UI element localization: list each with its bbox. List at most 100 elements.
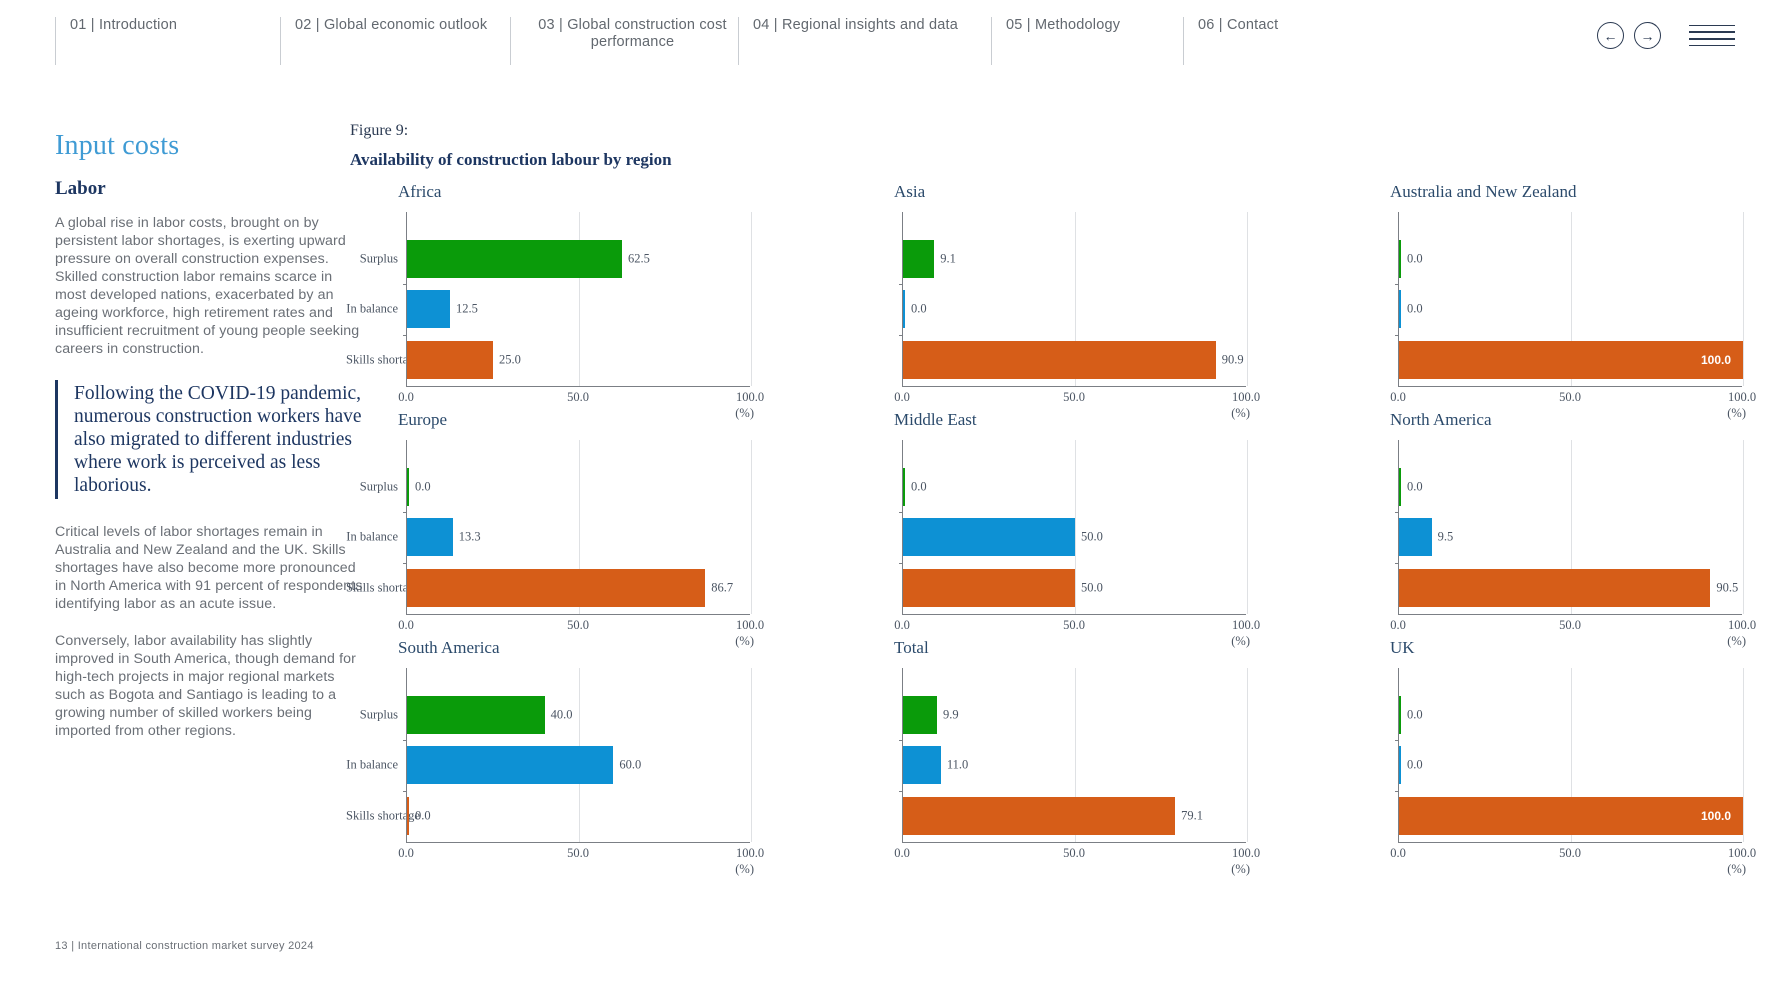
bar-in-balance — [1399, 290, 1401, 329]
chart-panel: Australia and New Zealand 0.0 0.0 100.0 0.0 5… — [1342, 182, 1756, 420]
bar-surplus — [407, 696, 545, 735]
axis-tick — [403, 790, 407, 792]
nav-item-label: 03 | Global construction cost performanc… — [538, 17, 727, 50]
body-paragraph-3: Conversely, labor availability has sligh… — [55, 633, 356, 739]
gridline — [1743, 212, 1744, 386]
x-tick-label: 50.0 — [1559, 846, 1581, 860]
bar-skills-shortage — [1399, 796, 1743, 835]
nav-item-global-construction-cost-performance[interactable]: 03 | Global construction cost performanc… — [510, 17, 738, 65]
page-footer: 13 | International construction market s… — [55, 940, 314, 952]
bar-skills-shortage — [903, 796, 1176, 835]
category-axis: Surplus In balance Skills shortage — [346, 668, 420, 843]
category-axis — [846, 212, 898, 387]
chart-panel-title: Total — [894, 638, 929, 657]
bar-value-label: 50.0 — [1081, 580, 1103, 595]
pull-quote-text: Following the COVID-19 pandemic, numerou… — [74, 383, 362, 496]
hamburger-menu-icon[interactable] — [1689, 24, 1735, 47]
axis-tick — [899, 511, 903, 513]
axis-tick — [403, 334, 407, 336]
axes: 0.0 9.5 90.5 — [1395, 440, 1744, 615]
axis-tick — [899, 790, 903, 792]
bar-value-label: 0.0 — [911, 479, 927, 494]
category-axis — [1342, 440, 1394, 615]
arrow-right-icon[interactable]: → — [1634, 22, 1661, 49]
bar-value-label: 40.0 — [550, 707, 573, 722]
axis-tick — [899, 283, 903, 285]
axis-tick — [403, 511, 407, 513]
page-title: Input costs — [55, 130, 180, 161]
x-tick-label: 0.0 — [1390, 390, 1406, 404]
bar-skills-shortage — [903, 340, 1216, 379]
category-label: Skills shortage — [346, 808, 420, 823]
bar-in-balance — [407, 290, 450, 329]
axis-tick — [899, 739, 903, 741]
bar-skills-shortage — [1399, 568, 1711, 607]
bar-value-label: 9.5 — [1437, 529, 1454, 544]
nav-item-methodology[interactable]: 05 | Methodology — [991, 17, 1183, 65]
bar-skills-shortage — [407, 796, 409, 835]
chart-panel-title: Europe — [398, 410, 448, 429]
plot-area: 9.9 11.0 79.1 0.0 50.0 100.0 (%) — [846, 668, 1260, 876]
chart-panel: Middle East 0.0 50.0 50.0 0.0 50.0 100.0 (%) — [846, 410, 1260, 648]
plot-area: 9.1 0.0 90.9 0.0 50.0 100.0 (%) — [846, 212, 1260, 420]
bar-value-label: 0.0 — [1407, 707, 1423, 722]
x-axis-unit-label: (%) — [735, 862, 754, 876]
axis-tick — [1395, 739, 1399, 741]
chart-panel: Total 9.9 11.0 79.1 0.0 50.0 100.0 (%) — [846, 638, 1260, 876]
nav-item-label: 01 | Introduction — [70, 17, 178, 33]
chart-panel: UK 0.0 0.0 100.0 0.0 50.0 100.0 (%) — [1342, 638, 1756, 876]
x-tick-label: 50.0 — [1063, 618, 1085, 632]
bar-value-label: 79.1 — [1181, 808, 1203, 823]
axes: 0.0 0.0 100.0 — [1395, 212, 1744, 387]
x-tick-label: 50.0 — [1063, 846, 1085, 860]
x-tick-label: 0.0 — [398, 846, 414, 860]
axis-tick — [1395, 790, 1399, 792]
bar-in-balance — [407, 746, 614, 785]
x-axis-unit-label: (%) — [1727, 862, 1746, 876]
axes: 0.0 50.0 50.0 — [899, 440, 1248, 615]
arrow-left-icon[interactable]: ← — [1597, 22, 1624, 49]
gridline — [1247, 212, 1248, 386]
gridline — [579, 212, 580, 386]
axes: 0.0 0.0 100.0 — [1395, 668, 1744, 843]
category-axis — [846, 440, 898, 615]
article-sidebar: Input costs Labor A global rise in labor… — [55, 130, 365, 759]
gridline — [751, 212, 752, 386]
bar-skills-shortage — [1399, 340, 1743, 379]
bar-value-label: 90.5 — [1716, 580, 1739, 595]
x-tick-label: 0.0 — [1390, 618, 1406, 632]
category-label: Surplus — [359, 707, 398, 722]
axes: 0.0 13.3 86.7 — [403, 440, 752, 615]
bar-value-label: 0.0 — [1407, 251, 1423, 266]
x-axis: 0.0 50.0 100.0 (%) — [1390, 844, 1756, 876]
nav-item-contact[interactable]: 06 | Contact — [1183, 17, 1363, 65]
hamburger-line — [1689, 31, 1735, 33]
bar-value-label: 9.9 — [943, 707, 959, 722]
plot-area: Surplus In balance Skills shortage 0.0 13.3 8… — [346, 440, 764, 648]
bar-in-balance — [903, 518, 1075, 557]
category-label: In balance — [346, 529, 398, 544]
chart-panel-title: Middle East — [894, 410, 977, 429]
x-tick-label: 100.0 — [1727, 390, 1757, 404]
plot-area: 0.0 0.0 100.0 0.0 50.0 100.0 (%) — [1342, 212, 1756, 420]
nav-item-introduction[interactable]: 01 | Introduction — [55, 17, 280, 65]
x-tick-label: 100.0 — [1231, 390, 1261, 404]
gridline — [1247, 668, 1248, 842]
category-label: In balance — [346, 301, 398, 316]
plot-area: 0.0 0.0 100.0 0.0 50.0 100.0 (%) — [1342, 668, 1756, 876]
chart-panel-title: Asia — [894, 182, 926, 201]
top-navigation-bar: 01 | Introduction 02 | Global economic o… — [0, 0, 1773, 78]
gridline — [1247, 440, 1248, 614]
category-label: Surplus — [359, 251, 398, 266]
bar-value-label: 90.9 — [1221, 352, 1244, 367]
x-tick-label: 100.0 — [735, 390, 765, 404]
bar-skills-shortage — [407, 568, 706, 607]
axes: 62.5 12.5 25.0 — [403, 212, 752, 387]
category-axis: Surplus In balance Skills shortage — [346, 212, 420, 387]
nav-item-label: 02 | Global economic outlook — [295, 17, 488, 33]
body-paragraph-2: Critical levels of labor shortages remai… — [55, 524, 363, 612]
nav-item-regional-insights-and-data[interactable]: 04 | Regional insights and data — [738, 17, 991, 65]
bar-surplus — [407, 240, 622, 279]
bar-value-label: 13.3 — [458, 529, 481, 544]
nav-item-global-economic-outlook[interactable]: 02 | Global economic outlook — [280, 17, 510, 65]
